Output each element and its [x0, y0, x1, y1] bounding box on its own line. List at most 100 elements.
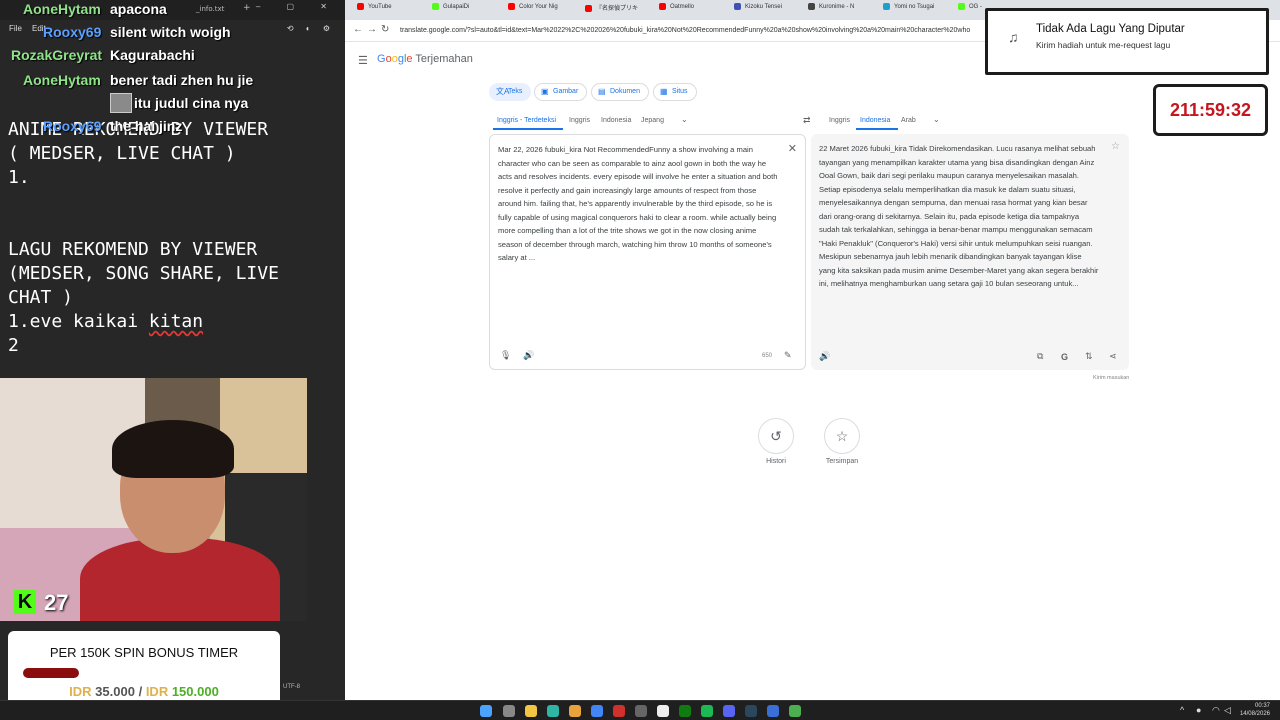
start-icon[interactable] [480, 705, 492, 717]
avatar [110, 93, 132, 113]
close-icon[interactable]: ✕ [788, 142, 797, 155]
folder-icon[interactable] [569, 705, 581, 717]
mode-tab-image[interactable]: ▣ Gambar [534, 83, 588, 101]
chat-username: Rooxy69 [43, 24, 102, 40]
chat-overlay: AoneHytam apacona Rooxy69 silent witch w… [0, 0, 345, 140]
pencil-icon[interactable]: ✎ [784, 350, 792, 361]
chat-username: Rooxy69 [43, 118, 102, 134]
mode-tab-text[interactable]: 文A Teks [489, 83, 532, 101]
music-note-icon: ♫ [1008, 29, 1019, 45]
song-request-card: ♫ Tidak Ada Lagu Yang Diputar Kirim hadi… [985, 8, 1269, 75]
text-line: 1.eve kaikai kitan [8, 310, 338, 334]
tab-label: YouTube [368, 4, 392, 11]
discord-icon[interactable] [723, 705, 735, 717]
file-explorer-icon[interactable] [525, 705, 537, 717]
source-lang-indonesian[interactable]: Indonesia [601, 117, 631, 124]
spin-title: PER 150K SPIN BONUS TIMER [49, 645, 239, 660]
browser-tab[interactable]: 『名探偵プリキ [585, 3, 657, 18]
source-lang-japanese[interactable]: Jepang [641, 117, 664, 124]
source-text-box[interactable]: Mar 22, 2026 fubuki_kira Not Recommended… [489, 134, 806, 370]
browser-tab[interactable]: Color Your Nig [508, 3, 580, 18]
chevron-down-icon[interactable]: ⌄ [681, 115, 688, 124]
xbox-icon[interactable] [679, 705, 691, 717]
browser-tab[interactable]: Oatmello [659, 3, 731, 18]
browser-tab[interactable]: Kizoku Tensei [734, 3, 806, 18]
browser-tab[interactable]: YouTube [357, 3, 427, 18]
address-bar[interactable]: translate.google.com/?sl=auto&tl=id&text… [400, 24, 1000, 38]
source-text[interactable]: Mar 22, 2026 fubuki_kira Not Recommended… [498, 143, 778, 265]
volume-icon[interactable]: ◁ [1224, 705, 1231, 716]
saved-icon[interactable]: ☆ [824, 418, 860, 454]
target-text-box: 22 Maret 2026 fubuki_kira Tidak Direkome… [811, 134, 1129, 370]
text-line: 2 [8, 335, 19, 356]
speaker-icon[interactable]: 🔊 [819, 351, 830, 362]
browser-tab[interactable]: OG - [958, 3, 988, 18]
forward-icon[interactable]: → [367, 24, 377, 35]
browser-tab[interactable]: Kuronime - N [808, 3, 880, 18]
browser-tab[interactable]: GulapaiDi [432, 3, 502, 18]
saved-label: Tersimpan [825, 458, 859, 465]
char-count: 650 [762, 353, 773, 359]
capcut-icon[interactable] [657, 705, 669, 717]
target-lang-arabic[interactable]: Arab [901, 117, 916, 124]
browser-window: YouTube GulapaiDi Color Your Nig 『名探偵プリキ… [345, 0, 1280, 700]
tab-label: Kuronime - N [819, 4, 855, 11]
speaker-icon[interactable]: 🔊 [523, 350, 534, 361]
browser-tab[interactable]: Yomi no Tsugai [883, 3, 955, 18]
mode-tab-document[interactable]: ▤ Dokumen [591, 83, 649, 101]
tab-label: Oatmello [670, 4, 695, 11]
spellcheck-word: kitan [148, 311, 204, 332]
obs-icon[interactable] [635, 705, 647, 717]
target-lang-english[interactable]: Inggris [829, 117, 850, 124]
wifi-icon[interactable]: ◠ [1212, 705, 1220, 716]
mode-tab-website[interactable]: ▦ Situs [653, 83, 697, 101]
steam-icon[interactable] [745, 705, 757, 717]
copy-icon[interactable]: ⧉ [1037, 351, 1043, 362]
back-icon[interactable]: ← [353, 24, 363, 35]
stream-timer: 211:59:32 [1153, 84, 1268, 136]
spotify-icon[interactable] [701, 705, 713, 717]
target-lang-underline [856, 128, 898, 130]
hamburger-icon[interactable]: ☰ [358, 54, 368, 67]
text-line: CHAT ) [8, 287, 74, 308]
send-feedback-link[interactable]: Kirim masukan [1093, 375, 1129, 381]
current-currency: IDR [69, 684, 92, 699]
text-line: 1. [8, 167, 30, 188]
chrome-icon[interactable] [591, 705, 603, 717]
chevron-down-icon[interactable]: ⌄ [933, 115, 940, 124]
target-lang-indonesian[interactable]: Indonesia [860, 117, 890, 124]
mic-icon[interactable]: ● [1196, 705, 1201, 715]
mode-label: Dokumen [610, 88, 640, 95]
source-lang-english[interactable]: Inggris [569, 117, 590, 124]
swap-icon[interactable]: ⇄ [803, 115, 811, 126]
mic-icon[interactable]: 🎙 [500, 350, 511, 361]
amount-separator: / [138, 684, 143, 699]
notepad-icon[interactable] [789, 705, 801, 717]
share-icon[interactable]: ⋖ [1109, 351, 1117, 362]
tab-label: GulapaiDi [443, 4, 470, 11]
reload-icon[interactable]: ↻ [381, 24, 389, 35]
tray-chevron-icon[interactable]: ^ [1180, 705, 1184, 715]
rate-icon[interactable]: ⇅ [1085, 351, 1093, 362]
google-icon[interactable]: G [1061, 352, 1068, 362]
taskbar: ^ ● ◠ ◁ 00:37 14/08/2026 [0, 700, 1280, 720]
target-text: 22 Maret 2026 fubuki_kira Tidak Direkome… [819, 144, 1099, 288]
star-icon[interactable]: ☆ [1111, 141, 1120, 152]
text-line-content: 1.eve kaikai [8, 311, 149, 332]
chat-text: the hai jinz [110, 118, 183, 134]
viewer-count: 27 [44, 590, 69, 615]
source-lang-detected[interactable]: Inggris - Terdeteksi [497, 117, 556, 124]
opera-icon[interactable] [613, 705, 625, 717]
notepad-text-area[interactable]: ANIME REKOMEND BY VIEWER ( MEDSER, LIVE … [8, 118, 338, 358]
tab-label: 『名探偵プリキ [596, 6, 639, 12]
google-translate-logo[interactable]: Google Terjemahan [377, 53, 473, 65]
history-icon[interactable]: ↺ [758, 418, 794, 454]
chat-text: bener tadi zhen hu jie [110, 72, 254, 88]
search-icon[interactable] [503, 705, 515, 717]
edge-icon[interactable] [547, 705, 559, 717]
app-icon[interactable] [767, 705, 779, 717]
text-line: ( MEDSER, LIVE CHAT ) [8, 143, 236, 164]
translate-icon: 文A [496, 87, 510, 96]
encoding-status: UTF-8 [283, 684, 300, 690]
clock[interactable]: 00:37 14/08/2026 [1240, 702, 1270, 718]
